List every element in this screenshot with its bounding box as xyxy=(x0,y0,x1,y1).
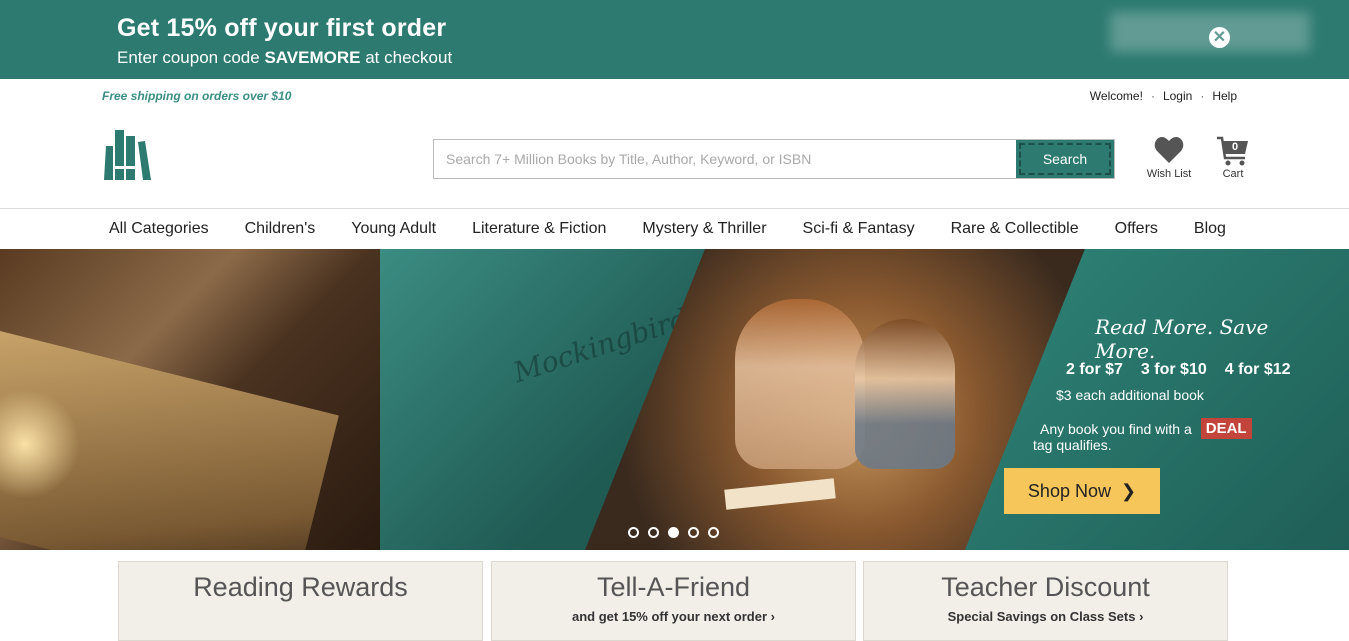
separator: · xyxy=(1150,89,1155,103)
deal-3-for-10: 3 for $10 xyxy=(1140,361,1207,378)
promo-title: Get 15% off your first order xyxy=(117,14,447,42)
utility-links: Welcome! · Login · Help xyxy=(1090,89,1237,103)
welcome-text: Welcome! xyxy=(1089,89,1143,103)
nav-item-scifi-fantasy[interactable]: Sci-fi & Fantasy xyxy=(785,209,933,249)
chevron-right-icon: ❯ xyxy=(1120,480,1137,501)
help-link[interactable]: Help xyxy=(1212,89,1237,103)
deal-4-for-12: 4 for $12 xyxy=(1224,361,1291,378)
deal-2-for-7: 2 for $7 xyxy=(1066,361,1123,378)
nav-item-rare-collectible[interactable]: Rare & Collectible xyxy=(933,209,1097,249)
deal-tag: DEAL xyxy=(1200,418,1252,439)
wish-list-label: Wish List xyxy=(1146,168,1192,180)
tell-a-friend-card[interactable]: Tell-A-Friend and get 15% off your next … xyxy=(491,561,856,641)
shop-now-button[interactable]: Shop Now ❯ xyxy=(1004,468,1160,514)
nav-item-literature-fiction[interactable]: Literature & Fiction xyxy=(454,209,624,249)
nav-item-childrens[interactable]: Children's xyxy=(227,209,334,249)
hero-qualifies: tag qualifies. xyxy=(1033,437,1112,453)
carousel-dot-active[interactable] xyxy=(668,527,679,538)
separator: · xyxy=(1200,89,1205,103)
card-title: Tell-A-Friend xyxy=(596,572,751,602)
books-logo-icon xyxy=(104,130,151,180)
wish-list-button[interactable]: Wish List xyxy=(1142,136,1196,180)
card-subtitle: and get 15% off your next order › xyxy=(572,609,775,624)
free-shipping-note: Free shipping on orders over $10 xyxy=(102,89,292,103)
hero-deals: 2 for $7 3 for $10 4 for $12 xyxy=(1066,361,1291,379)
search-input[interactable] xyxy=(434,140,1016,178)
card-title: Teacher Discount xyxy=(941,572,1150,602)
card-subtitle: Special Savings on Class Sets › xyxy=(947,609,1144,624)
carousel-dots xyxy=(628,527,719,538)
teacher-discount-card[interactable]: Teacher Discount Special Savings on Clas… xyxy=(863,561,1228,641)
login-link[interactable]: Login xyxy=(1163,89,1192,103)
promo-sub-prefix: Enter coupon code xyxy=(117,48,265,67)
nav-item-offers[interactable]: Offers xyxy=(1097,209,1176,249)
blurred-logo xyxy=(1110,12,1310,52)
nav-item-young-adult[interactable]: Young Adult xyxy=(333,209,454,249)
carousel-dot[interactable] xyxy=(688,527,699,538)
carousel-dot[interactable] xyxy=(708,527,719,538)
logo[interactable] xyxy=(103,128,153,182)
coupon-code: SAVEMORE xyxy=(264,48,361,67)
cart-button[interactable]: 0 Cart xyxy=(1213,136,1253,180)
hero-tagline: Read More. Save More. xyxy=(1095,315,1269,363)
any-book-text: Any book you find with a xyxy=(1040,420,1192,437)
search-button[interactable]: Search xyxy=(1016,140,1114,178)
search-bar: Search xyxy=(433,139,1115,179)
nav-item-blog[interactable]: Blog xyxy=(1176,209,1244,249)
nav-item-all-categories[interactable]: All Categories xyxy=(91,209,227,249)
hero-any-book: Any book you find with a DEAL xyxy=(1040,418,1252,439)
cart-count: 0 xyxy=(1231,141,1239,153)
cart-label: Cart xyxy=(1222,168,1244,180)
nav-item-mystery-thriller[interactable]: Mystery & Thriller xyxy=(624,209,784,249)
heart-icon xyxy=(1154,137,1184,163)
carousel-dot[interactable] xyxy=(648,527,659,538)
shop-now-label: Shop Now xyxy=(1027,480,1111,501)
hero-book-image xyxy=(0,249,380,550)
reading-rewards-card[interactable]: Reading Rewards xyxy=(118,561,483,641)
promo-sub-suffix: at checkout xyxy=(360,48,453,67)
hero-additional-book: $3 each additional book xyxy=(1056,387,1204,403)
carousel-dot[interactable] xyxy=(628,527,639,538)
promo-subtitle: Enter coupon code SAVEMORE at checkout xyxy=(117,48,452,68)
card-title: Reading Rewards xyxy=(193,572,408,602)
category-nav: All Categories Children's Young Adult Li… xyxy=(91,209,1244,249)
